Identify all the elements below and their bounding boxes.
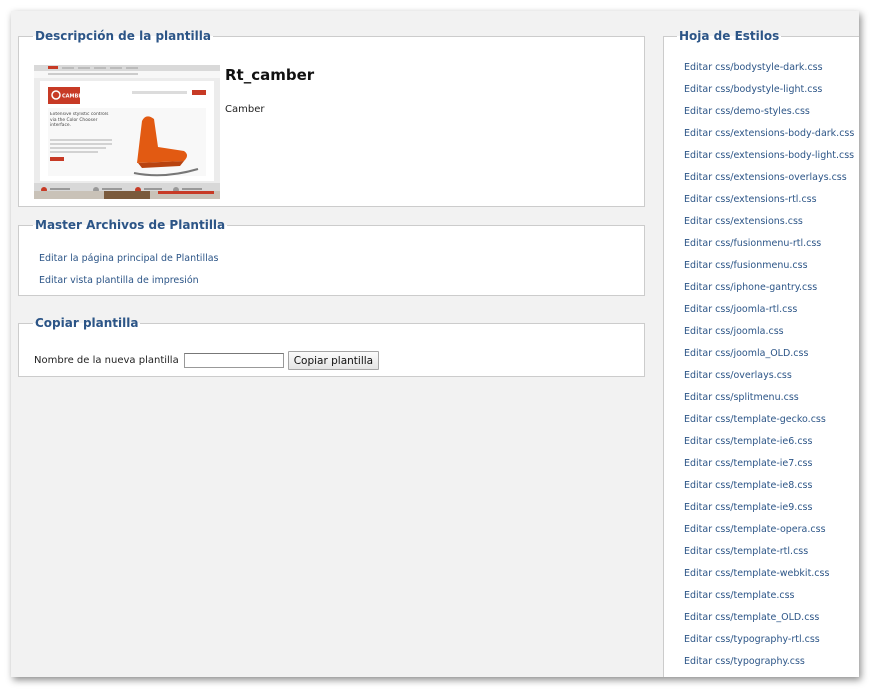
edit-css-link[interactable]: Editar css/extensions-body-light.css: [684, 150, 854, 172]
template-description: Camber: [225, 104, 265, 115]
edit-css-link[interactable]: Editar css/bodystyle-dark.css: [684, 62, 854, 84]
edit-css-link[interactable]: Editar css/demo-styles.css: [684, 106, 854, 128]
copy-template-button[interactable]: Copiar plantilla: [287, 351, 380, 370]
edit-css-link[interactable]: Editar css/splitmenu.css: [684, 392, 854, 414]
copy-template-row: Nombre de la nueva plantilla Copiar plan…: [34, 351, 380, 370]
edit-css-link[interactable]: Editar css/template.css: [684, 590, 854, 612]
template-name: Rt_camber: [225, 66, 315, 84]
edit-css-link[interactable]: Editar css/extensions-overlays.css: [684, 172, 854, 194]
edit-css-link[interactable]: Editar css/template-ie8.css: [684, 480, 854, 502]
edit-css-link[interactable]: Editar css/joomla-rtl.css: [684, 304, 854, 326]
edit-css-link[interactable]: Editar css/fusionmenu.css: [684, 260, 854, 282]
thumbnail-headline: Extensive stylistic controls via the Col…: [50, 112, 109, 129]
edit-css-link[interactable]: Editar css/template-opera.css: [684, 524, 854, 546]
copy-template-section: Copiar plantilla Nombre de la nueva plan…: [18, 316, 645, 377]
thumbnail-preview-image: CAMBER Extensive stylistic controls via …: [34, 65, 220, 199]
edit-css-link[interactable]: Editar css/extensions-body-dark.css: [684, 128, 854, 150]
edit-css-link[interactable]: Editar css/joomla.css: [684, 326, 854, 348]
master-files-legend: Master Archivos de Plantilla: [35, 218, 226, 232]
edit-css-link[interactable]: Editar css/bodystyle-light.css: [684, 84, 854, 106]
edit-css-link[interactable]: Editar css/template-ie7.css: [684, 458, 854, 480]
edit-css-link[interactable]: Editar css/joomla_OLD.css: [684, 348, 854, 370]
copy-template-legend: Copiar plantilla: [35, 316, 139, 330]
edit-css-link[interactable]: Editar css/template-webkit.css: [684, 568, 854, 590]
edit-css-link[interactable]: Editar css/template-gecko.css: [684, 414, 854, 436]
template-manager-panel: Descripción de la plantilla CAMBER Exten…: [11, 11, 859, 677]
thumbnail-logo-text: CAMBER: [62, 94, 86, 100]
edit-css-link[interactable]: Editar css/iphone-gantry.css: [684, 282, 854, 304]
edit-css-link[interactable]: Editar css/template-ie9.css: [684, 502, 854, 524]
stylesheets-legend: Hoja de Estilos: [679, 29, 780, 43]
edit-css-link[interactable]: Editar css/typography-rtl.css: [684, 634, 854, 656]
edit-print-view-link[interactable]: Editar vista plantilla de impresión: [39, 275, 219, 297]
edit-css-link[interactable]: Editar css/template-rtl.css: [684, 546, 854, 568]
edit-css-link[interactable]: Editar css/extensions.css: [684, 216, 854, 238]
edit-css-link[interactable]: Editar css/template_OLD.css: [684, 612, 854, 634]
edit-css-link[interactable]: Editar css/typography.css: [684, 656, 854, 677]
template-thumbnail: CAMBER Extensive stylistic controls via …: [34, 65, 220, 199]
template-description-section: Descripción de la plantilla CAMBER Exten…: [18, 29, 645, 207]
edit-css-link[interactable]: Editar css/extensions-rtl.css: [684, 194, 854, 216]
master-files-section: Master Archivos de Plantilla Editar la p…: [18, 218, 645, 296]
template-description-legend: Descripción de la plantilla: [35, 29, 211, 43]
master-files-list: Editar la página principal de Plantillas…: [39, 253, 219, 297]
new-template-name-input[interactable]: [183, 353, 284, 368]
stylesheet-list: Editar css/bodystyle-dark.css Editar css…: [684, 62, 854, 677]
edit-css-link[interactable]: Editar css/fusionmenu-rtl.css: [684, 238, 854, 260]
edit-main-page-link[interactable]: Editar la página principal de Plantillas: [39, 253, 219, 275]
new-template-name-label: Nombre de la nueva plantilla: [34, 355, 179, 366]
edit-css-link[interactable]: Editar css/overlays.css: [684, 370, 854, 392]
edit-css-link[interactable]: Editar css/template-ie6.css: [684, 436, 854, 458]
stylesheets-section: Hoja de Estilos Editar css/bodystyle-dar…: [663, 29, 859, 677]
